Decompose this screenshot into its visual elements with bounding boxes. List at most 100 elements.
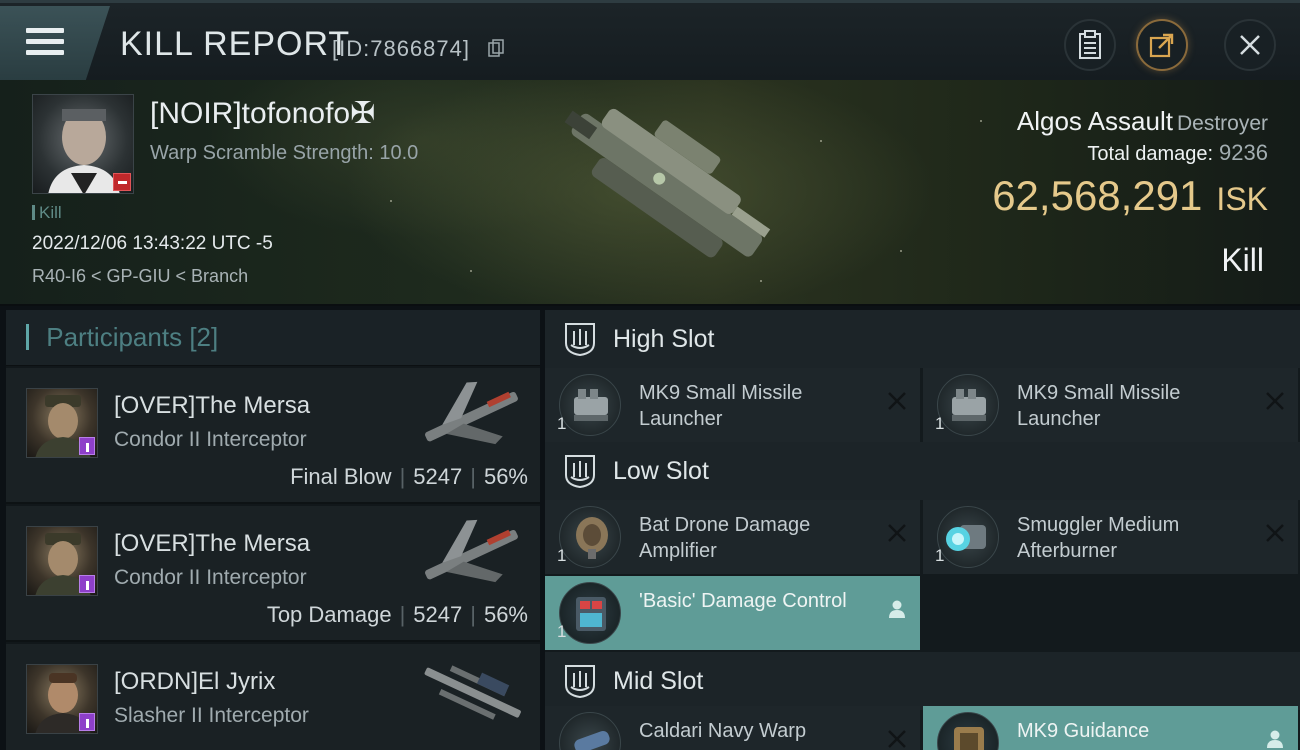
report-id: [ID:7866874] bbox=[332, 36, 470, 61]
module-slot[interactable]: 1 MK9 Small Missile Launcher bbox=[923, 368, 1298, 442]
participant-stats: Final Blow | 5247 | 56% bbox=[290, 464, 528, 489]
damage-control-icon bbox=[559, 582, 621, 644]
copy-icon[interactable] bbox=[488, 39, 504, 57]
participant-percent: 56% bbox=[483, 464, 528, 489]
participant-stats: Top Damage | 5247 | 56% bbox=[266, 602, 528, 627]
dropped-item-icon bbox=[889, 600, 905, 618]
total-damage: Total damage: 9236 bbox=[1087, 140, 1268, 165]
victim-portrait[interactable] bbox=[32, 94, 134, 194]
participant-name: [ORDN]El Jyrix bbox=[114, 668, 276, 695]
clipboard-button[interactable] bbox=[1064, 19, 1116, 71]
module-quantity: 1 bbox=[557, 414, 567, 433]
participant-role: Final Blow bbox=[290, 464, 392, 489]
low-slot-icon bbox=[565, 455, 595, 489]
warp-scramble-strength: Warp Scramble Strength: 10.0 bbox=[150, 142, 419, 164]
title-bar: KILL REPORT [ID:7866874] bbox=[0, 0, 1300, 80]
module-name: MK9 Guidance bbox=[1017, 720, 1150, 742]
participant-ship-image bbox=[425, 519, 518, 583]
fitting-panel: High Slot 1 MK9 Small Missile Launcher 1… bbox=[545, 310, 1300, 750]
kill-location[interactable]: R40-I6 < GP-GIU < Branch bbox=[32, 266, 248, 287]
missile-launcher-icon bbox=[559, 374, 621, 436]
module-name: Bat Drone Damage Amplifier bbox=[639, 514, 811, 562]
module-name: 'Basic' Damage Control bbox=[639, 590, 847, 612]
participant-avatar bbox=[26, 388, 98, 458]
module-slot[interactable]: 1 'Basic' Damage Control bbox=[545, 576, 920, 650]
participant-ship-image bbox=[424, 665, 521, 720]
mid-slot-header: Mid Slot bbox=[545, 652, 1300, 710]
participant-avatar bbox=[26, 664, 98, 734]
kill-result: Kill bbox=[1221, 242, 1264, 278]
destroyed-x-icon bbox=[888, 392, 906, 410]
participant-role: Top Damage bbox=[266, 602, 392, 627]
high-slot-icon bbox=[565, 323, 595, 357]
destroyed-x-icon bbox=[1266, 524, 1284, 542]
victim-name[interactable]: [NOIR]tofonofo✠ bbox=[150, 96, 375, 131]
corp-member-badge bbox=[79, 437, 95, 455]
hamburger-menu-icon[interactable] bbox=[26, 28, 64, 58]
module-slot[interactable]: MK9 Guidance bbox=[923, 706, 1298, 750]
guidance-icon bbox=[937, 712, 999, 750]
share-icon bbox=[1149, 33, 1174, 58]
module-slot[interactable]: Caldari Navy Warp bbox=[545, 706, 920, 750]
participant-name: [OVER]The Mersa bbox=[114, 392, 311, 419]
participant-damage: 5247 bbox=[413, 464, 463, 489]
share-button[interactable] bbox=[1136, 19, 1188, 71]
module-slot[interactable]: 1 Bat Drone Damage Amplifier bbox=[545, 500, 920, 574]
corp-member-badge bbox=[79, 713, 95, 731]
corp-member-badge bbox=[79, 575, 95, 593]
warp-disruptor-icon bbox=[559, 712, 621, 750]
participant-damage: 5247 bbox=[413, 602, 463, 627]
missile-launcher-icon bbox=[937, 374, 999, 436]
participants-header: Participants [2] bbox=[6, 310, 540, 366]
isk-value: 62,568,291 ISK bbox=[992, 172, 1268, 219]
clipboard-icon bbox=[1079, 30, 1101, 59]
participant-ship-image bbox=[425, 381, 518, 445]
destroyed-x-icon bbox=[1266, 392, 1284, 410]
high-slot-header: High Slot bbox=[545, 310, 1300, 368]
isk-unit: ISK bbox=[1216, 181, 1268, 217]
kill-datetime: 2022/12/06 13:43:22 UTC -5 bbox=[32, 233, 273, 254]
participant-name: [OVER]The Mersa bbox=[114, 530, 311, 557]
close-icon bbox=[1240, 35, 1260, 55]
low-slot-label: Low Slot bbox=[613, 457, 709, 485]
total-damage-value: 9236 bbox=[1219, 140, 1268, 165]
module-slot[interactable]: 1 MK9 Small Missile Launcher bbox=[545, 368, 920, 442]
participant-row[interactable]: [OVER]The Mersa Condor II Interceptor To… bbox=[6, 506, 540, 642]
participant-avatar bbox=[26, 526, 98, 596]
participant-percent: 56% bbox=[483, 602, 528, 627]
close-button[interactable] bbox=[1224, 19, 1276, 71]
low-slot-header: Low Slot bbox=[545, 442, 1300, 500]
module-name: Caldari Navy Warp bbox=[639, 720, 807, 742]
participants-panel: Participants [2] [OVER]The Mersa Condor … bbox=[6, 310, 540, 750]
afterburner-icon bbox=[937, 506, 999, 568]
mid-slot-icon bbox=[565, 665, 595, 699]
destroyed-x-icon bbox=[888, 730, 906, 748]
participants-count: [2] bbox=[189, 322, 219, 352]
destroyed-x-icon bbox=[888, 524, 906, 542]
kill-summary-banner: [NOIR]tofonofo✠ Warp Scramble Strength: … bbox=[0, 80, 1300, 306]
module-quantity: 1 bbox=[557, 546, 567, 565]
module-name: MK9 Small Missile Launcher bbox=[1017, 382, 1181, 430]
participant-row[interactable]: [ORDN]El Jyrix Slasher II Interceptor bbox=[6, 644, 540, 750]
participant-ship: Slasher II Interceptor bbox=[114, 704, 309, 727]
victim-ship-name[interactable]: Algos Assault Destroyer bbox=[1017, 106, 1268, 137]
kill-tag: Kill bbox=[32, 203, 62, 223]
module-name: Smuggler Medium Afterburner bbox=[1017, 514, 1180, 562]
module-quantity: 1 bbox=[935, 546, 945, 565]
victim-ship-image bbox=[564, 108, 771, 258]
participant-ship: Condor II Interceptor bbox=[114, 566, 307, 589]
mid-slot-label: Mid Slot bbox=[613, 667, 704, 695]
menu-tab[interactable] bbox=[0, 6, 110, 80]
participant-ship: Condor II Interceptor bbox=[114, 428, 307, 451]
module-quantity: 1 bbox=[935, 414, 945, 433]
drone-amplifier-icon bbox=[559, 506, 621, 568]
page-title: KILL REPORT bbox=[120, 25, 351, 63]
dropped-item-icon bbox=[1267, 730, 1283, 748]
module-name: MK9 Small Missile Launcher bbox=[639, 382, 803, 430]
module-quantity: 1 bbox=[557, 622, 567, 641]
participant-row[interactable]: [OVER]The Mersa Condor II Interceptor Fi… bbox=[6, 368, 540, 504]
ship-class: Destroyer bbox=[1176, 112, 1268, 135]
high-slot-label: High Slot bbox=[613, 325, 715, 353]
module-slot[interactable]: 1 Smuggler Medium Afterburner bbox=[923, 500, 1298, 574]
hostile-status-badge bbox=[113, 173, 131, 191]
